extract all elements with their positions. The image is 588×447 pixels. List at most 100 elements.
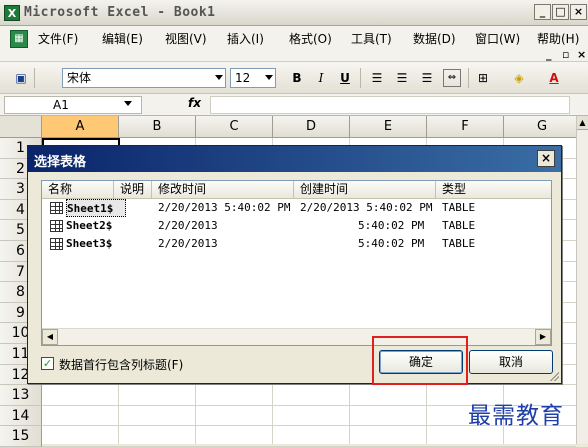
menu-data[interactable]: 数据(D) bbox=[413, 30, 456, 47]
italic-button[interactable]: I bbox=[312, 69, 330, 87]
formatting-toolbar: ▣ 宋体 12 B I U ☰ ☰ ☰ ⇔ ⊞ ◈ A bbox=[0, 62, 588, 94]
font-color-icon[interactable]: A bbox=[545, 69, 563, 87]
save-icon[interactable]: ▣ bbox=[12, 69, 30, 87]
menu-bar: ▦ 文件(F) 编辑(E) 视图(V) 插入(I) 格式(O) 工具(T) 数据… bbox=[0, 26, 588, 62]
close-window-button[interactable]: × bbox=[570, 4, 587, 20]
dialog-title: 选择表格 bbox=[34, 155, 87, 170]
menu-window[interactable]: 窗口(W) bbox=[475, 30, 520, 47]
chevron-down-icon bbox=[215, 75, 223, 80]
list-item-name: Sheet1$ bbox=[66, 199, 126, 217]
menu-help[interactable]: 帮助(H) bbox=[537, 30, 579, 47]
row-header-14[interactable]: 14 bbox=[0, 405, 42, 427]
menu-format[interactable]: 格式(O) bbox=[289, 30, 332, 47]
underline-button[interactable]: U bbox=[336, 69, 354, 87]
resize-grip-icon[interactable] bbox=[549, 371, 559, 381]
list-item-name: Sheet2$ bbox=[66, 219, 113, 232]
list-item-modified: 2/20/2013 5:40:02 PM bbox=[158, 201, 291, 214]
column-header-g[interactable]: G bbox=[504, 116, 581, 138]
table-icon bbox=[50, 220, 63, 232]
column-header-type[interactable]: 类型 bbox=[436, 181, 551, 199]
scroll-right-icon[interactable]: ▶ bbox=[535, 329, 551, 345]
font-size-value: 12 bbox=[235, 71, 251, 85]
row-header-13[interactable]: 13 bbox=[0, 385, 42, 406]
list-item-type: TABLE bbox=[442, 201, 476, 214]
scroll-left-icon[interactable]: ◀ bbox=[42, 329, 58, 345]
doc-minimize-button[interactable]: _ bbox=[546, 48, 552, 61]
doc-restore-button[interactable]: ▫ bbox=[562, 48, 569, 61]
toolbar-separator bbox=[34, 68, 35, 88]
list-item-type: TABLE bbox=[442, 219, 476, 232]
list-item[interactable]: Sheet1$ 2/20/2013 5:40:02 PM 2/20/2013 5… bbox=[42, 199, 551, 217]
fill-color-icon[interactable]: ◈ bbox=[510, 69, 528, 87]
select-table-dialog: 选择表格 × 名称 说明 修改时间 创建时间 类型 Sheet1$ 2/20/2… bbox=[27, 145, 562, 384]
title-bar: X Microsoft Excel - Book1 _ □ × bbox=[0, 0, 588, 26]
workbook-icon[interactable]: ▦ bbox=[10, 30, 28, 48]
formula-bar: A1 fx bbox=[0, 94, 588, 116]
ok-button-highlight bbox=[372, 336, 468, 385]
doc-close-button[interactable]: × bbox=[577, 48, 586, 61]
column-header-c[interactable]: C bbox=[196, 116, 273, 138]
list-item[interactable]: Sheet3$ 2/20/2013 5:40:02 PM TABLE bbox=[42, 235, 551, 253]
name-box[interactable]: A1 bbox=[4, 96, 142, 114]
list-item-desc bbox=[118, 199, 152, 217]
chevron-down-icon bbox=[265, 75, 273, 80]
align-center-icon[interactable]: ☰ bbox=[393, 69, 411, 87]
bold-button[interactable]: B bbox=[288, 69, 306, 87]
font-name-select[interactable]: 宋体 bbox=[62, 68, 226, 88]
table-list[interactable]: 名称 说明 修改时间 创建时间 类型 Sheet1$ 2/20/2013 5:4… bbox=[41, 180, 552, 346]
menu-file[interactable]: 文件(F) bbox=[38, 30, 78, 47]
select-all-corner[interactable] bbox=[0, 116, 42, 138]
table-icon bbox=[50, 238, 63, 250]
minimize-button[interactable]: _ bbox=[534, 4, 551, 20]
column-header-e[interactable]: E bbox=[350, 116, 427, 138]
borders-icon[interactable]: ⊞ bbox=[474, 69, 492, 87]
align-right-icon[interactable]: ☰ bbox=[418, 69, 436, 87]
watermark: 最需教育 bbox=[468, 403, 564, 429]
column-header-name[interactable]: 名称 bbox=[42, 181, 114, 199]
column-header-d[interactable]: D bbox=[273, 116, 350, 138]
dialog-title-bar: 选择表格 × bbox=[28, 146, 561, 172]
name-box-value: A1 bbox=[53, 98, 69, 112]
column-header-created[interactable]: 创建时间 bbox=[294, 181, 436, 199]
dialog-close-button[interactable]: × bbox=[537, 150, 555, 167]
font-name-value: 宋体 bbox=[67, 71, 92, 85]
list-item-created: 2/20/2013 5:40:02 PM bbox=[300, 201, 433, 214]
formula-input[interactable] bbox=[210, 96, 570, 114]
align-left-icon[interactable]: ☰ bbox=[368, 69, 386, 87]
table-icon bbox=[50, 202, 63, 214]
menu-insert[interactable]: 插入(I) bbox=[227, 30, 264, 47]
merge-center-icon[interactable]: ⇔ bbox=[443, 69, 461, 87]
maximize-button[interactable]: □ bbox=[552, 4, 569, 20]
chevron-down-icon[interactable] bbox=[124, 101, 132, 106]
menu-tools[interactable]: 工具(T) bbox=[351, 30, 392, 47]
column-header-f[interactable]: F bbox=[427, 116, 504, 138]
fx-icon[interactable]: fx bbox=[188, 96, 201, 110]
cancel-button[interactable]: 取消 bbox=[469, 350, 553, 374]
column-header-modified[interactable]: 修改时间 bbox=[152, 181, 294, 199]
list-item[interactable]: Sheet2$ 2/20/2013 5:40:02 PM TABLE bbox=[42, 217, 551, 235]
list-item-desc bbox=[118, 217, 152, 235]
header-row-checkbox-label[interactable]: 数据首行包含列标题(F) bbox=[59, 356, 183, 373]
toolbar-separator bbox=[468, 68, 469, 88]
toolbar-separator bbox=[360, 68, 361, 88]
menu-edit[interactable]: 编辑(E) bbox=[102, 30, 143, 47]
window-title: Microsoft Excel - Book1 bbox=[24, 5, 216, 20]
scroll-up-icon[interactable]: ▲ bbox=[577, 116, 588, 130]
font-size-select[interactable]: 12 bbox=[230, 68, 276, 88]
list-item-created: 5:40:02 PM bbox=[358, 237, 425, 250]
list-item-desc bbox=[118, 235, 152, 253]
excel-app-icon[interactable]: X bbox=[4, 5, 20, 21]
list-item-modified: 2/20/2013 bbox=[158, 237, 218, 250]
horizontal-scrollbar[interactable]: ◀ ▶ bbox=[42, 328, 551, 345]
list-item-type: TABLE bbox=[442, 237, 476, 250]
list-header: 名称 说明 修改时间 创建时间 类型 bbox=[42, 181, 551, 199]
column-header-desc[interactable]: 说明 bbox=[114, 181, 152, 199]
list-item-created: 5:40:02 PM bbox=[358, 219, 425, 232]
column-header-a[interactable]: A bbox=[42, 116, 119, 138]
vertical-scrollbar[interactable]: ▲ bbox=[576, 116, 588, 444]
menu-view[interactable]: 视图(V) bbox=[165, 30, 207, 47]
gridline bbox=[42, 384, 576, 386]
column-header-b[interactable]: B bbox=[119, 116, 196, 138]
list-item-name: Sheet3$ bbox=[66, 237, 113, 250]
header-row-checkbox[interactable]: ✓ bbox=[41, 357, 54, 370]
